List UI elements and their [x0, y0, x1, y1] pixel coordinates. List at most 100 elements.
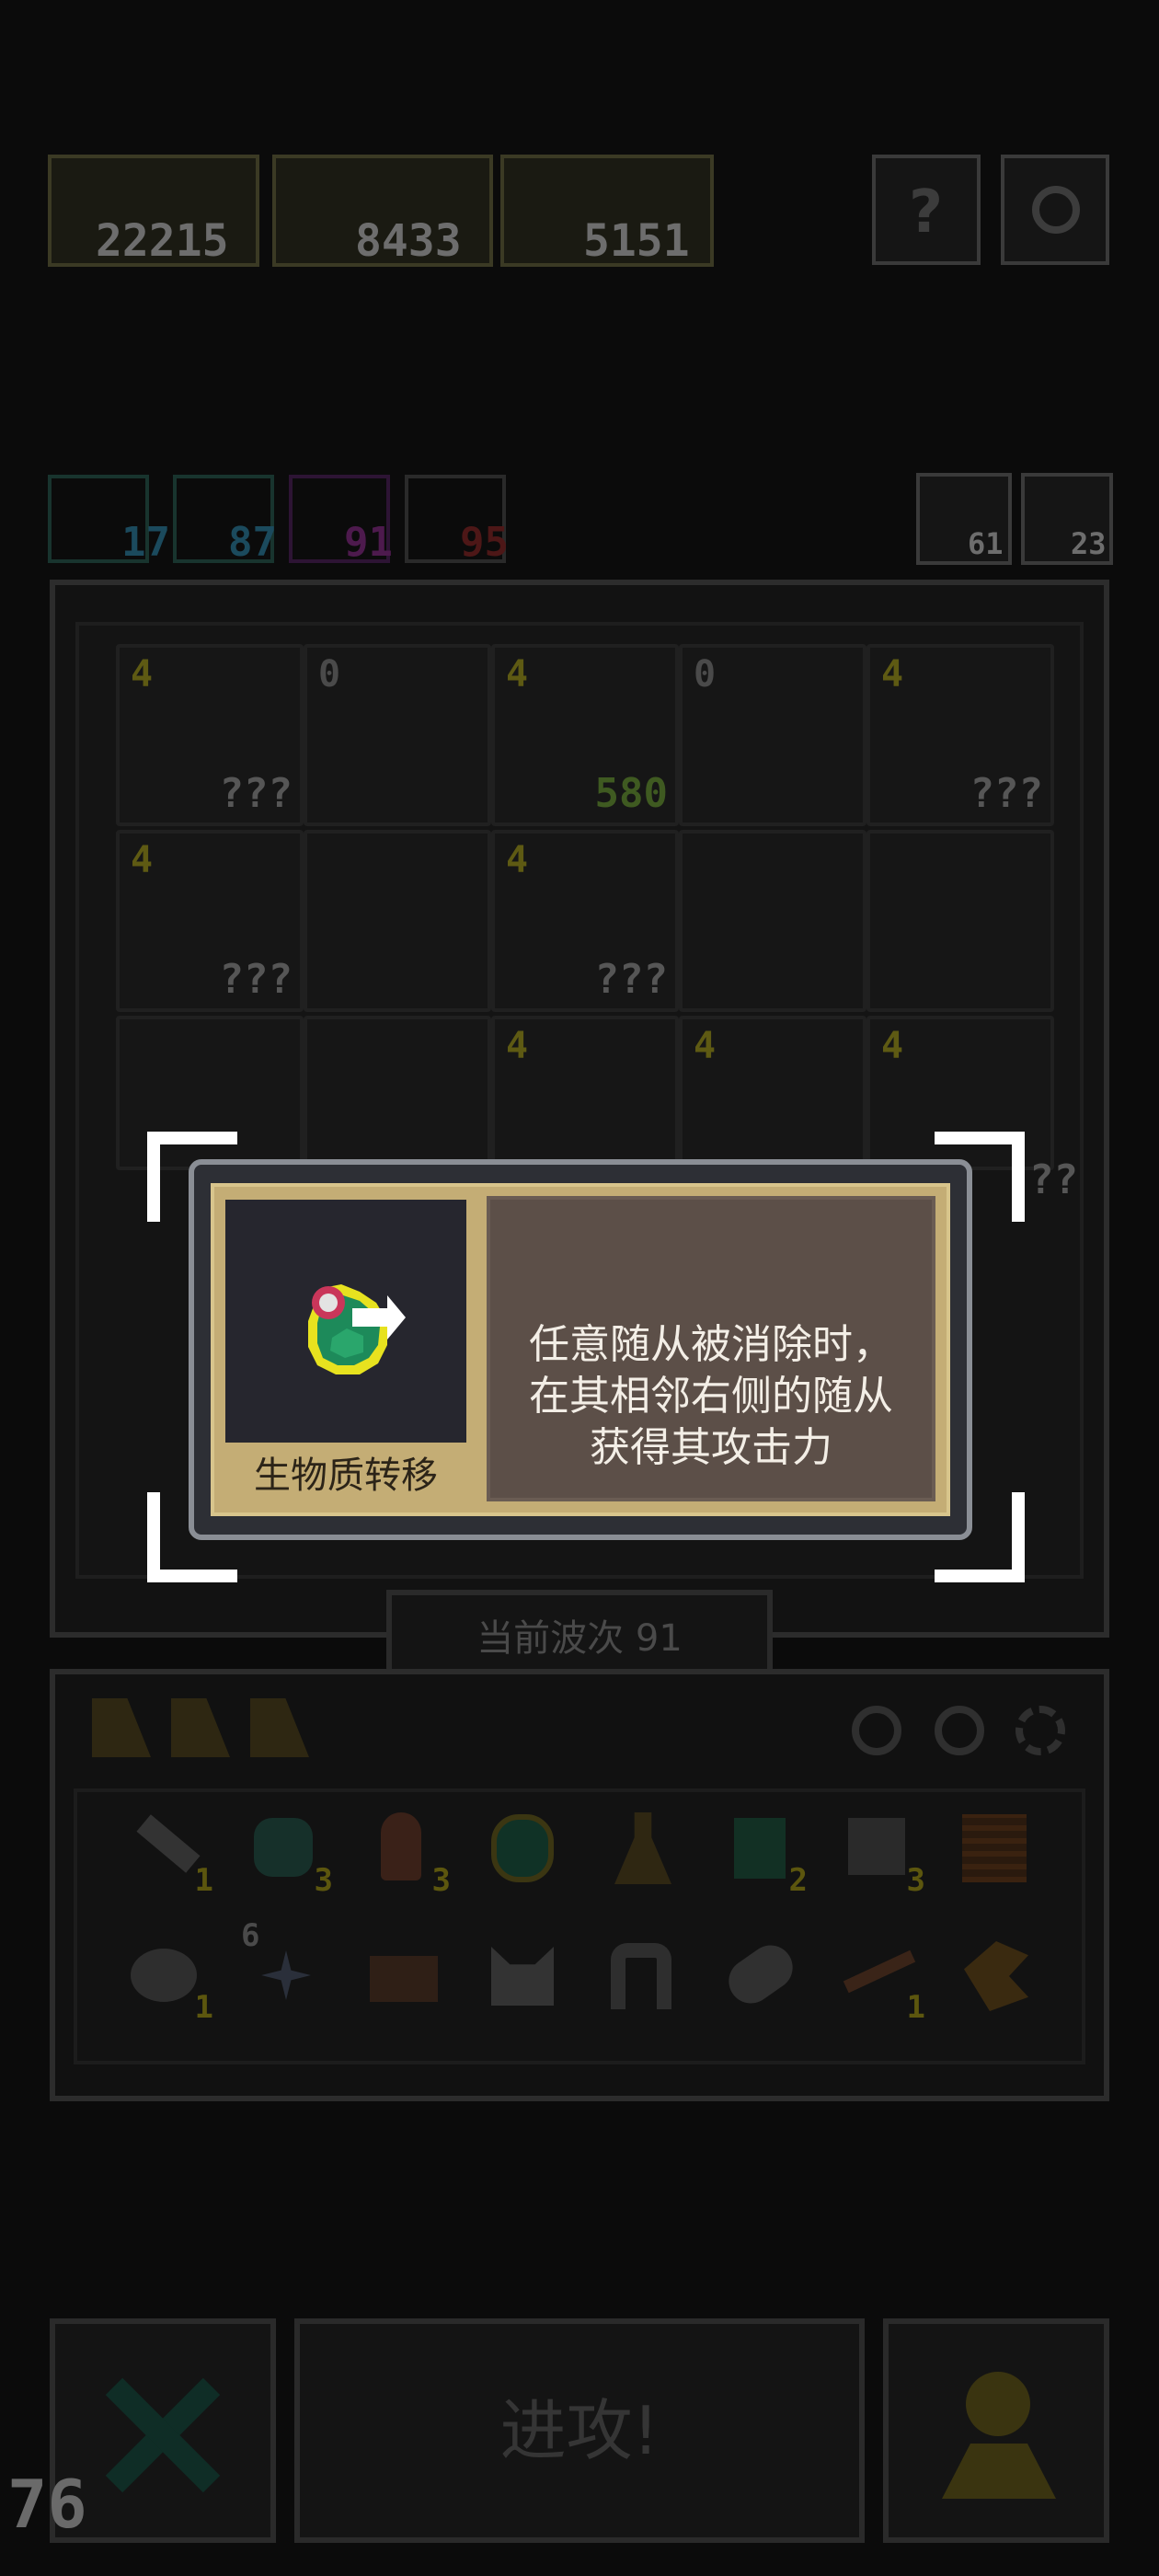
reroll-button[interactable]: 61 — [916, 473, 1012, 565]
gear-icon — [1032, 186, 1080, 234]
potion-icon — [491, 1814, 554, 1882]
machine-icon — [848, 1818, 905, 1875]
unit-slot[interactable]: 0 — [679, 644, 866, 826]
resource-3-value: 91 — [344, 519, 393, 566]
tab-icon[interactable] — [92, 1698, 151, 1757]
inventory-item[interactable] — [716, 1932, 804, 2020]
filter-ring-icon[interactable] — [935, 1706, 984, 1755]
unit-level: 4 — [506, 1025, 529, 1067]
inventory-item[interactable]: 6 — [241, 1917, 329, 2020]
empty-slot[interactable] — [304, 1016, 491, 1170]
empty-slot[interactable] — [679, 830, 866, 1012]
description-line: 获得其攻击力 — [590, 1424, 832, 1471]
tab-row — [74, 1685, 331, 1772]
inventory-item[interactable]: 3 — [241, 1805, 333, 1899]
unit-attack: ?? — [1029, 1156, 1078, 1203]
tooltip-card: 生物质转移 任意随从被消除时， 在其相邻右侧的随从 获得其攻击力 — [211, 1183, 950, 1516]
help-button[interactable]: ? — [872, 155, 981, 265]
inventory-item[interactable] — [598, 1932, 686, 2020]
unit-slot[interactable]: 4 — [491, 1016, 679, 1170]
inventory-item[interactable]: 1 — [121, 1805, 213, 1899]
inventory-item[interactable] — [951, 1805, 1039, 1893]
inventory-item[interactable]: 2 — [716, 1805, 808, 1899]
gear-icon[interactable] — [1016, 1706, 1065, 1755]
unit-level: 4 — [506, 839, 529, 881]
filter-icons — [828, 1684, 1095, 1776]
inventory-item[interactable]: 1 — [833, 1932, 925, 2026]
unit-slot[interactable]: 4 ??? — [116, 644, 304, 826]
inventory-item[interactable]: 3 — [359, 1805, 451, 1899]
potion-icon — [308, 1284, 406, 1374]
resource-4-value: 95 — [460, 519, 509, 566]
settings-button[interactable] — [1001, 155, 1109, 265]
item-description-box: 任意随从被消除时， 在其相邻右侧的随从 获得其攻击力 — [487, 1196, 935, 1501]
filter-ring-icon[interactable] — [852, 1706, 901, 1755]
unit-slot[interactable]: 4 ??? — [491, 830, 679, 1012]
score-2: 8433 — [355, 215, 462, 267]
frame-counter: 76 — [7, 2466, 87, 2543]
unit-slot[interactable]: 4 — [679, 1016, 866, 1170]
figure-icon — [381, 1812, 421, 1880]
magnet-icon — [611, 1943, 671, 2009]
unit-level: 4 — [131, 653, 154, 696]
close-icon — [103, 2375, 223, 2495]
bone-icon — [136, 1814, 201, 1873]
grid-map-icon — [962, 1814, 1027, 1882]
top-unit-card-2[interactable]: 8433 — [272, 155, 493, 267]
empty-slot[interactable] — [304, 830, 491, 1012]
pawn-icon — [966, 2372, 1030, 2436]
top-unit-card-1[interactable]: 22215 — [48, 155, 259, 267]
chest-icon — [370, 1956, 438, 2002]
item-count: 2 — [788, 1862, 808, 1899]
unit-slot[interactable]: 4 ??? — [866, 644, 1054, 826]
inventory-item[interactable] — [359, 1932, 447, 2020]
description-line: 任意随从被消除时， — [529, 1321, 893, 1368]
attack-button[interactable]: 进攻! — [294, 2318, 865, 2543]
inventory-item[interactable] — [478, 1932, 567, 2020]
inventory-item[interactable] — [951, 1932, 1039, 2020]
attack-label: 进攻! — [499, 2392, 660, 2469]
claw-icon — [964, 1941, 1028, 2011]
star-icon — [261, 1950, 311, 2000]
inventory-item[interactable]: 1 — [121, 1932, 213, 2026]
inventory-item[interactable] — [598, 1805, 686, 1893]
tab-icon[interactable] — [250, 1698, 309, 1757]
empty-slot[interactable] — [866, 830, 1054, 1012]
top-unit-card-3[interactable]: 5151 — [500, 155, 714, 267]
boot-icon — [734, 1818, 786, 1879]
tab-icon[interactable] — [171, 1698, 230, 1757]
key-count: 23 — [1071, 526, 1107, 561]
unit-level: 0 — [318, 653, 341, 696]
unit-attack: ??? — [219, 770, 293, 817]
heart-gem-icon — [254, 1818, 313, 1877]
inventory-grid — [74, 1788, 1085, 2064]
unit-attack: ??? — [219, 956, 293, 1003]
item-count: 3 — [431, 1862, 451, 1899]
inventory-item[interactable] — [478, 1805, 567, 1893]
egg-icon — [131, 1949, 197, 2002]
unit-level: 4 — [506, 653, 529, 696]
unit-slot[interactable]: 0 — [304, 644, 491, 826]
resource-bar: 17 87 91 95 — [48, 475, 738, 567]
item-count: 1 — [906, 1989, 925, 2026]
item-name: 生物质转移 — [254, 1455, 438, 1497]
reroll-count: 61 — [968, 526, 1004, 561]
unit-slot[interactable]: 4 580 — [491, 644, 679, 826]
item-count: 3 — [906, 1862, 925, 1899]
capsule-icon — [719, 1937, 802, 2012]
item-count: 6 — [241, 1917, 260, 1954]
unit-attack: 580 — [594, 770, 668, 817]
inventory-item[interactable]: 3 — [833, 1805, 925, 1899]
key-button[interactable]: 23 — [1021, 473, 1113, 565]
unit-level: 4 — [881, 1025, 904, 1067]
description-line: 在其相邻右侧的随从 — [529, 1373, 893, 1420]
pawn-button[interactable] — [883, 2318, 1109, 2543]
resource-2-value: 87 — [228, 519, 277, 566]
item-count: 3 — [314, 1862, 333, 1899]
unit-level: 4 — [694, 1025, 717, 1067]
unit-level: 4 — [131, 839, 154, 881]
unit-slot[interactable]: 4 ??? — [116, 830, 304, 1012]
item-description: 任意随从被消除时， 在其相邻右侧的随从 获得其攻击力 — [490, 1319, 932, 1474]
score-1: 22215 — [96, 215, 229, 267]
help-icon: ? — [909, 178, 944, 247]
